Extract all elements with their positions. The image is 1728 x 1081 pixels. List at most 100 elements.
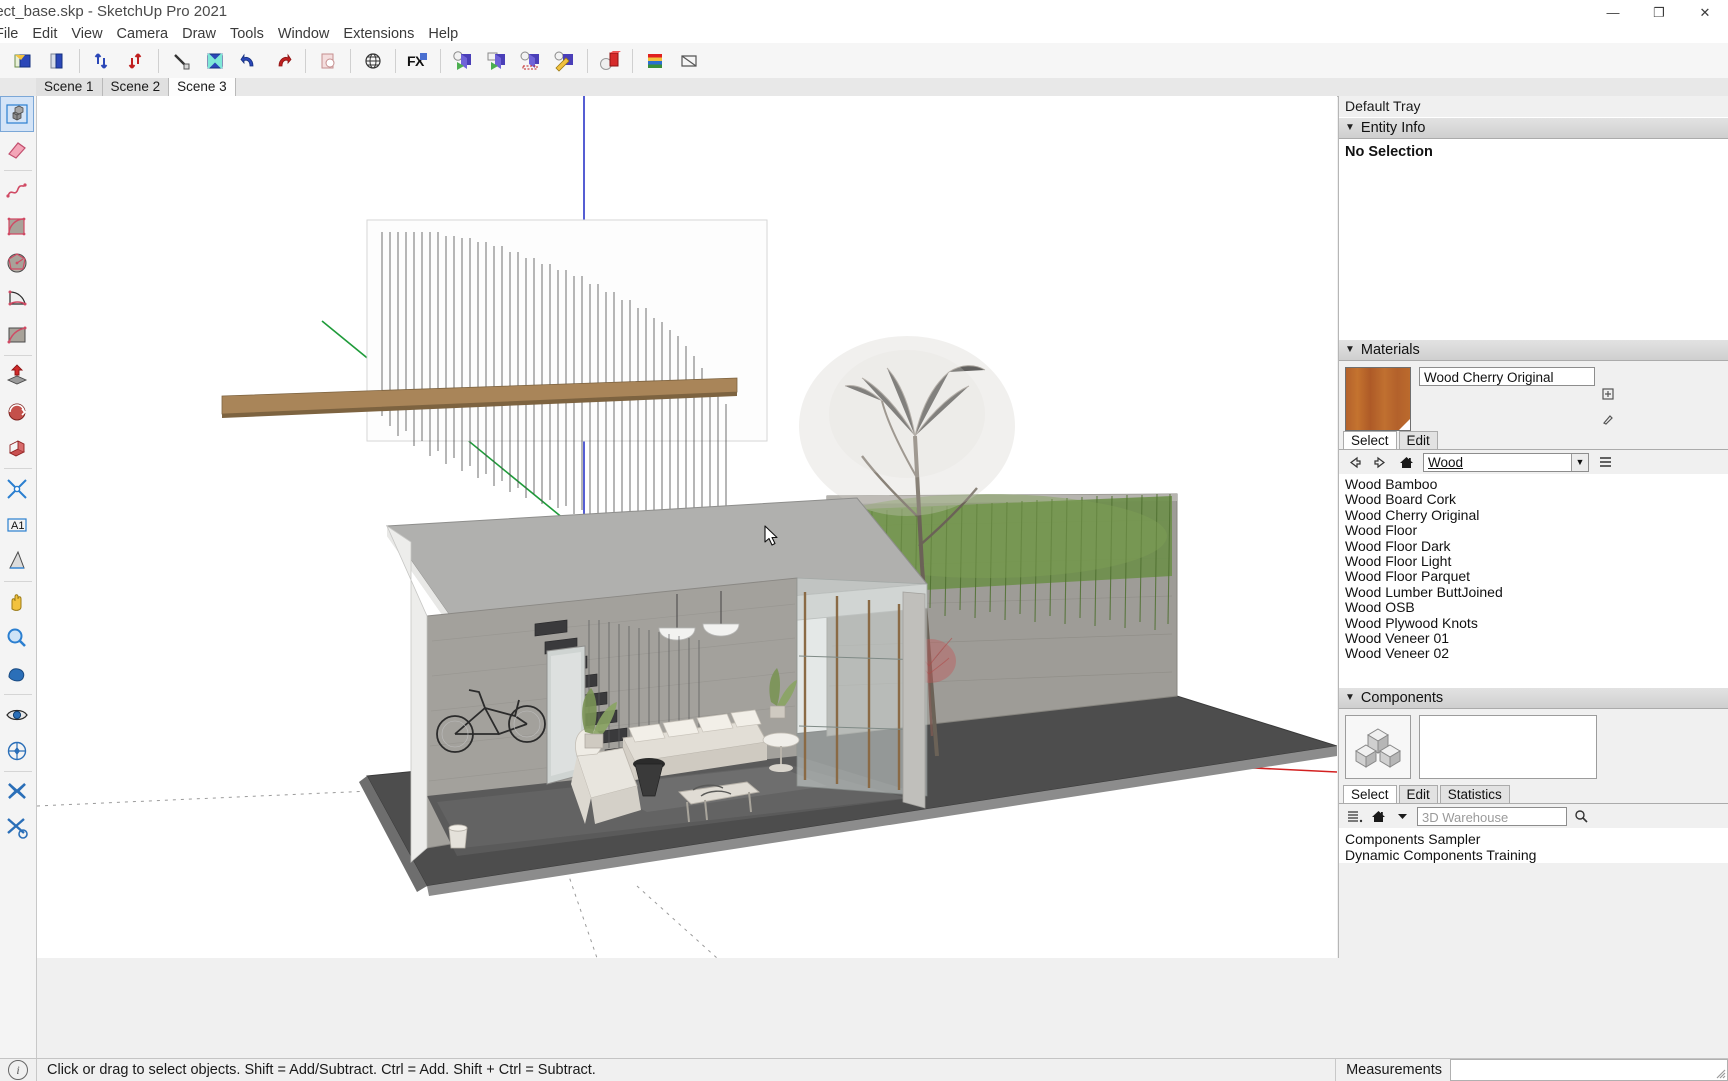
push-pull-tool[interactable] — [0, 358, 34, 394]
menu-item-camera[interactable]: Camera — [110, 25, 176, 43]
position-camera-tool[interactable] — [0, 697, 34, 733]
open-document-button[interactable] — [41, 44, 73, 77]
material-collection-select[interactable]: Wood ▼ — [1423, 452, 1589, 472]
home-icon[interactable] — [1397, 453, 1416, 472]
menu-item-tools[interactable]: Tools — [223, 25, 271, 43]
component-list-item[interactable]: Components Sampler — [1343, 831, 1728, 847]
geolocation-button[interactable] — [357, 44, 389, 77]
material-list-item[interactable]: Wood OSB — [1343, 599, 1728, 615]
materials-tab-edit[interactable]: Edit — [1398, 431, 1438, 449]
material-list-item[interactable]: Wood Veneer 01 — [1343, 630, 1728, 646]
undo-button[interactable] — [233, 44, 265, 77]
back-arrow-icon[interactable] — [1345, 453, 1364, 472]
material-create-icon[interactable] — [1601, 387, 1615, 405]
menu-item-edit[interactable]: Edit — [25, 25, 64, 43]
material-list-item[interactable]: Wood Lumber ButtJoined — [1343, 584, 1728, 600]
tape-measure-tool[interactable] — [0, 471, 34, 507]
material-list-item[interactable]: Wood Veneer 02 — [1343, 646, 1728, 662]
materials-view-options-icon[interactable] — [1596, 453, 1615, 472]
eraser-tool[interactable] — [0, 132, 34, 168]
material-list-item[interactable]: Wood Plywood Knots — [1343, 615, 1728, 631]
materials-tab-select[interactable]: Select — [1343, 431, 1397, 449]
walk-tool[interactable] — [0, 733, 34, 769]
scene-tab-1[interactable]: Scene 1 — [36, 78, 103, 96]
animation-edit-button[interactable] — [549, 44, 581, 77]
menu-item-draw[interactable]: Draw — [175, 25, 223, 43]
components-tab-select[interactable]: Select — [1343, 785, 1397, 803]
material-list-item[interactable]: Wood Board Cork — [1343, 491, 1728, 507]
menu-item-extensions[interactable]: Extensions — [336, 25, 421, 43]
freehand-tool[interactable] — [0, 173, 34, 209]
resize-grip-icon[interactable] — [1714, 1067, 1726, 1079]
scene-tab-3[interactable]: Scene 3 — [169, 78, 236, 96]
minimize-button[interactable]: — — [1590, 0, 1636, 25]
materials-header[interactable]: ▼ Materials — [1339, 339, 1728, 361]
components-tab-statistics[interactable]: Statistics — [1439, 785, 1510, 803]
render-button[interactable] — [594, 44, 626, 77]
forward-arrow-icon[interactable] — [1371, 453, 1390, 472]
redo-button[interactable] — [267, 44, 299, 77]
component-list-item[interactable]: Dynamic Components Training — [1343, 847, 1728, 863]
pan-tool[interactable] — [0, 656, 34, 692]
protractor-tool[interactable] — [0, 543, 34, 579]
cut-button[interactable] — [165, 44, 197, 77]
animation-timeline-button[interactable] — [515, 44, 547, 77]
material-list-item[interactable]: Wood Floor Parquet — [1343, 569, 1728, 585]
components-list[interactable]: Components Sampler Dynamic Components Tra… — [1339, 828, 1728, 863]
polygon-tool[interactable] — [0, 245, 34, 281]
section-cut-button[interactable] — [673, 44, 705, 77]
new-document-button[interactable] — [7, 44, 39, 77]
materials-palette-button[interactable] — [639, 44, 671, 77]
zoom-tool[interactable] — [0, 620, 34, 656]
components-tab-edit[interactable]: Edit — [1398, 785, 1438, 803]
import-button[interactable] — [86, 44, 118, 77]
animation-scene-button[interactable] — [481, 44, 513, 77]
material-list-item[interactable]: Wood Floor — [1343, 522, 1728, 538]
animation-play-button[interactable] — [447, 44, 479, 77]
two-point-arc-tool[interactable] — [0, 317, 34, 353]
home-icon[interactable] — [1369, 807, 1388, 826]
pie-tool[interactable] — [0, 281, 34, 317]
menu-item-file[interactable]: File — [0, 25, 25, 43]
material-swatch[interactable] — [1345, 367, 1411, 431]
solid-tools[interactable] — [0, 774, 34, 810]
search-icon[interactable] — [1572, 807, 1591, 826]
components-menu-icon[interactable] — [1345, 807, 1364, 826]
close-button[interactable]: ✕ — [1682, 0, 1728, 25]
warehouse-search-input[interactable]: 3D Warehouse — [1417, 806, 1567, 826]
follow-me-tool[interactable] — [0, 394, 34, 430]
text-tool[interactable]: A1 — [0, 507, 34, 543]
copy-button[interactable] — [199, 44, 231, 77]
components-header[interactable]: ▼ Components — [1339, 687, 1728, 709]
sandbox-tools[interactable] — [0, 810, 34, 846]
effects-button[interactable]: F X — [402, 44, 434, 77]
material-list-item[interactable]: Wood Floor Light — [1343, 553, 1728, 569]
material-list-item[interactable]: Wood Floor Dark — [1343, 538, 1728, 554]
select-tool[interactable] — [0, 96, 34, 132]
export-button[interactable] — [120, 44, 152, 77]
material-list-item[interactable]: Wood Cherry Original — [1343, 507, 1728, 523]
component-thumbnail[interactable] — [1345, 715, 1411, 779]
materials-list[interactable]: Wood Bamboo Wood Board Cork Wood Cherry Or… — [1339, 474, 1728, 687]
arc-tool[interactable] — [0, 209, 34, 245]
tool-separator — [4, 170, 32, 171]
scene-tab-2[interactable]: Scene 2 — [102, 78, 170, 96]
menu-item-view[interactable]: View — [64, 25, 109, 43]
entity-info-header[interactable]: ▼ Entity Info — [1339, 117, 1728, 139]
scale-tool[interactable] — [0, 430, 34, 466]
menu-item-window[interactable]: Window — [271, 25, 337, 43]
chevron-down-icon[interactable] — [1393, 807, 1412, 826]
model-viewport[interactable] — [37, 96, 1337, 958]
orbit-tool[interactable] — [0, 584, 34, 620]
material-sample-icon[interactable] — [1601, 412, 1615, 430]
maximize-button[interactable]: ❐ — [1636, 0, 1682, 25]
measurements-input[interactable] — [1450, 1059, 1728, 1081]
chevron-down-icon[interactable]: ▼ — [1571, 453, 1588, 471]
material-name-field[interactable]: Wood Cherry Original — [1419, 367, 1595, 386]
info-icon[interactable]: i — [8, 1060, 28, 1080]
paste-button[interactable] — [312, 44, 344, 77]
material-list-item[interactable]: Wood Bamboo — [1343, 476, 1728, 492]
menu-item-help[interactable]: Help — [421, 25, 465, 43]
component-info-box — [1419, 715, 1597, 779]
toolbar-separator — [440, 48, 441, 73]
